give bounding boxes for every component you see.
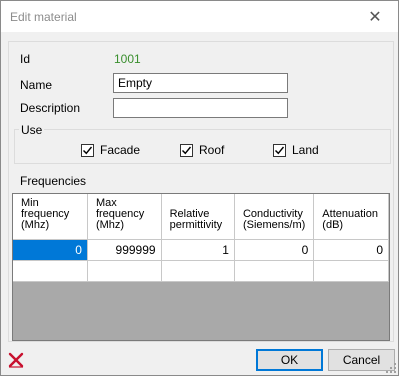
table-cell[interactable] [161, 260, 235, 282]
table-row[interactable]: 0 999999 1 0 0 [13, 239, 389, 261]
checkbox-facade-box[interactable] [81, 143, 94, 157]
roof-checkbox[interactable]: Roof [180, 143, 224, 157]
column-header-relative-permittivity[interactable]: Relative permittivity [161, 194, 235, 240]
table-cell[interactable] [87, 260, 162, 282]
description-input[interactable] [113, 98, 288, 118]
frequencies-table: Min frequency (Mhz) Max frequency (Mhz) Rela… [13, 194, 389, 282]
roof-label: Roof [199, 143, 225, 157]
column-header-min-frequency[interactable]: Min frequency (Mhz) [13, 194, 88, 240]
frequencies-label: Frequencies [20, 174, 87, 188]
facade-checkbox[interactable]: Facade [81, 143, 140, 157]
column-header-conductivity[interactable]: Conductivity (Siemens/m) [234, 194, 315, 240]
table-cell[interactable]: 999999 [87, 239, 162, 261]
window-title: Edit material [10, 10, 77, 24]
table-cell[interactable] [313, 260, 389, 282]
facade-label: Facade [100, 143, 141, 157]
table-row-new[interactable] [13, 260, 389, 282]
checkmark-icon [182, 146, 192, 154]
checkmark-icon [83, 146, 93, 154]
column-header-attenuation[interactable]: Attenuation (dB) [313, 194, 389, 240]
checkbox-land-box[interactable] [273, 143, 286, 157]
column-header-max-frequency[interactable]: Max frequency (Mhz) [87, 194, 162, 240]
delete-icon[interactable] [8, 352, 24, 368]
table-header-row: Min frequency (Mhz) Max frequency (Mhz) Rela… [13, 194, 389, 240]
close-icon[interactable]: ✕ [352, 1, 398, 32]
name-input[interactable]: Empty [113, 73, 288, 93]
id-value: 1001 [114, 52, 141, 66]
table-cell[interactable] [234, 260, 315, 282]
table-cell[interactable]: 0 [313, 239, 389, 261]
land-checkbox[interactable]: Land [273, 143, 319, 157]
title-bar: Edit material ✕ [1, 1, 398, 32]
description-label: Description [20, 101, 81, 115]
land-label: Land [292, 143, 319, 157]
checkmark-icon [275, 146, 285, 154]
id-label: Id [20, 52, 31, 66]
frequencies-grid[interactable]: Min frequency (Mhz) Max frequency (Mhz) Rela… [12, 193, 390, 341]
name-label: Name [20, 78, 53, 92]
table-cell[interactable]: 0 [13, 239, 88, 261]
edit-material-dialog: Edit material ✕ Id 1001 Name Empty Descr… [0, 0, 399, 376]
cancel-button[interactable]: Cancel [328, 349, 395, 371]
checkbox-roof-box[interactable] [180, 143, 193, 157]
dialog-footer: OK Cancel [1, 344, 398, 375]
table-cell[interactable]: 1 [161, 239, 235, 261]
ok-button[interactable]: OK [256, 349, 323, 371]
table-cell[interactable]: 0 [234, 239, 315, 261]
use-label: Use [19, 123, 45, 137]
table-cell[interactable] [13, 260, 88, 282]
resize-grip-icon[interactable] [386, 363, 396, 373]
